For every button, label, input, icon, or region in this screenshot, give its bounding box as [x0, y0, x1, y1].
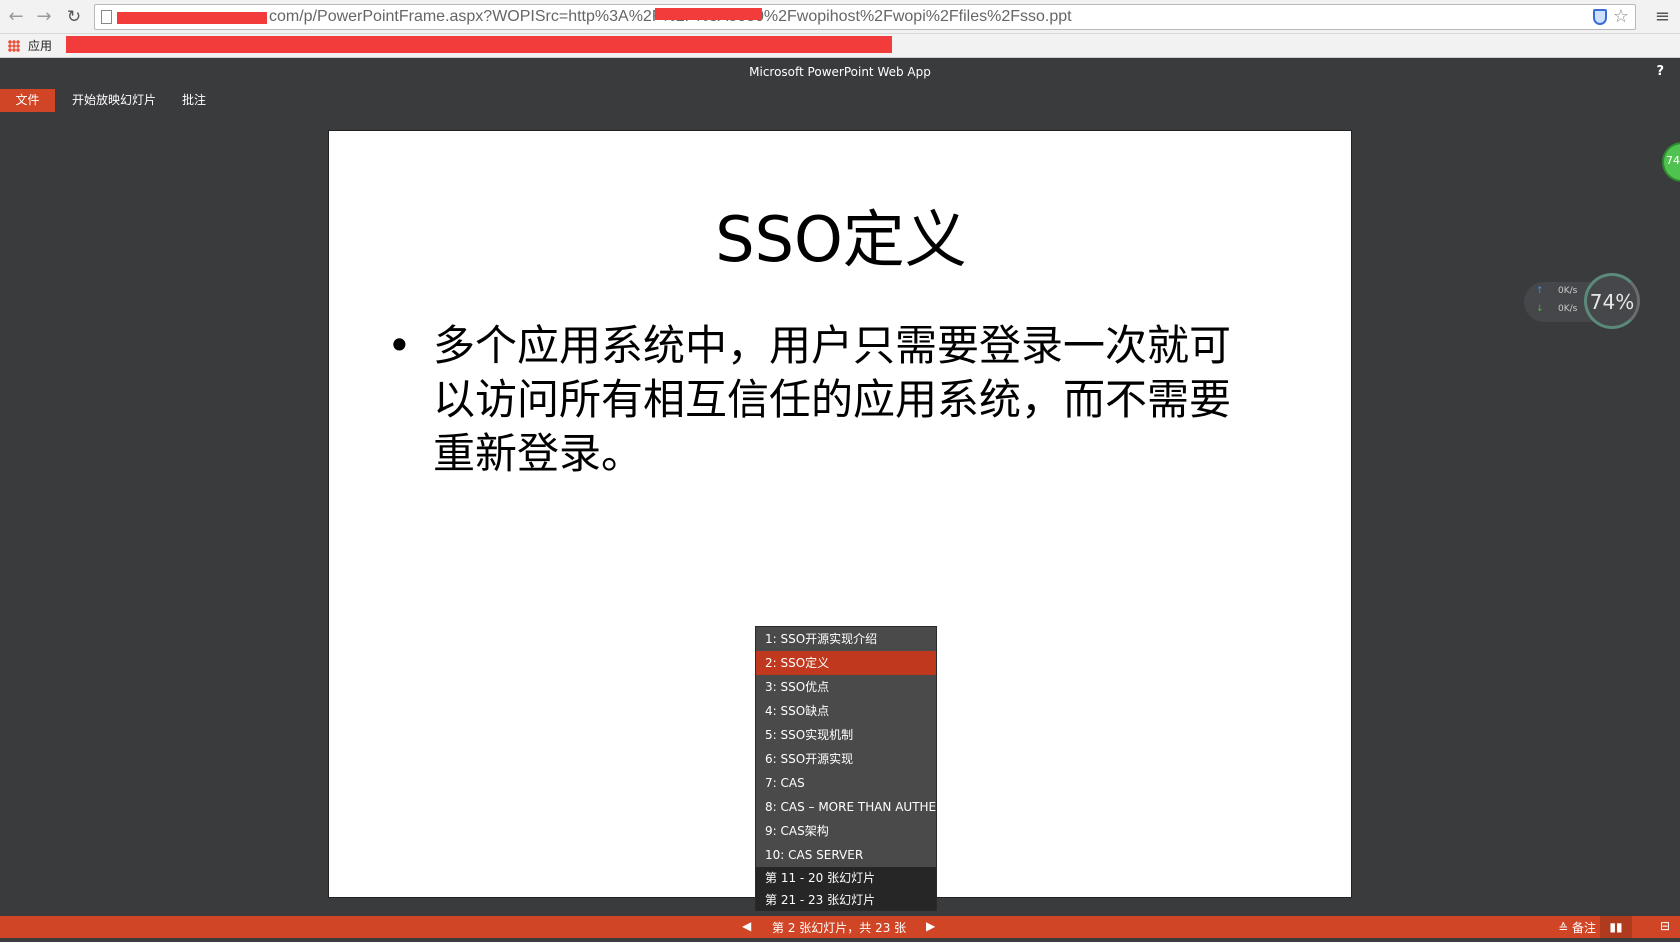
slide-list-popup: 1: SSO开源实现介绍 2: SSO定义 3: SSO优点 4: SSO缺点 5: S… — [755, 626, 937, 911]
gauge-value: 74% — [1589, 290, 1635, 314]
download-speed: 0K/s — [1558, 304, 1578, 314]
slide-list-item[interactable]: 1: SSO开源实现介绍 — [756, 627, 936, 651]
upload-speed: 0K/s — [1558, 286, 1578, 296]
apps-grid-icon[interactable] — [8, 40, 20, 52]
browser-toolbar: ← → ↻ com/p/PowerPointFrame.aspx?WOPISrc… — [0, 0, 1680, 34]
star-icon[interactable]: ☆ — [1613, 6, 1629, 27]
side-badge[interactable]: 74 — [1662, 142, 1680, 182]
reading-view-button[interactable]: ▮▮ — [1600, 916, 1632, 938]
bookmark-redaction — [66, 36, 892, 53]
slide-list-item[interactable]: 3: SSO优点 — [756, 675, 936, 699]
slide-list-group[interactable]: 第 21 - 23 张幻灯片 — [756, 889, 936, 910]
slide-list-item[interactable]: 8: CAS – MORE THAN AUTHE — [756, 795, 936, 819]
bullet-marker: • — [387, 321, 412, 370]
slide-list-item[interactable]: 10: CAS SERVER — [756, 843, 936, 867]
slide-title: SSO定义 — [715, 203, 967, 276]
slide-list-group[interactable]: 第 11 - 20 张幻灯片 — [756, 867, 936, 889]
download-arrow-icon: ↓ — [1536, 304, 1544, 314]
back-arrow-icon[interactable]: ← — [6, 7, 26, 27]
slide-list-item[interactable]: 9: CAS架构 — [756, 819, 936, 843]
page-icon — [101, 10, 112, 24]
forward-arrow-icon[interactable]: → — [34, 7, 54, 27]
slide-list-item[interactable]: 7: CAS — [756, 771, 936, 795]
memory-gauge[interactable]: 74% — [1584, 273, 1640, 329]
tab-file[interactable]: 文件 — [0, 89, 55, 112]
notes-button[interactable]: ≙ 备注 — [1558, 919, 1596, 936]
reload-icon[interactable]: ↻ — [64, 7, 84, 27]
slide-list-item[interactable]: 6: SSO开源实现 — [756, 747, 936, 771]
shield-icon[interactable] — [1593, 9, 1607, 25]
url-redaction-2 — [655, 8, 762, 20]
status-bar: ◀ 第 2 张幻灯片，共 23 张 ▶ ≙ 备注 ▮▮ ⊟ — [0, 916, 1680, 938]
slide-list-item[interactable]: 2: SSO定义 — [756, 651, 936, 675]
slide-position[interactable]: 第 2 张幻灯片，共 23 张 — [772, 919, 906, 936]
app-title-bar: Microsoft PowerPoint Web App ? — [0, 59, 1680, 87]
side-badge-value: 74 — [1666, 154, 1680, 167]
url-redaction — [117, 12, 267, 24]
menu-icon[interactable]: ≡ — [1655, 6, 1670, 27]
address-bar[interactable]: com/p/PowerPointFrame.aspx?WOPISrc=http%… — [94, 4, 1636, 30]
ribbon-tabs: 文件 开始放映幻灯片 批注 — [0, 89, 1680, 112]
upload-arrow-icon: ↑ — [1536, 286, 1544, 296]
apps-label[interactable]: 应用 — [28, 37, 52, 54]
app-title: Microsoft PowerPoint Web App — [749, 65, 931, 79]
slideshow-view-button[interactable]: ⊟ — [1660, 919, 1670, 933]
slide-list-item[interactable]: 4: SSO缺点 — [756, 699, 936, 723]
tab-start-slideshow[interactable]: 开始放映幻灯片 — [58, 89, 170, 112]
previous-slide-icon[interactable]: ◀ — [742, 919, 751, 933]
tab-comments[interactable]: 批注 — [168, 89, 220, 112]
slide-list-item[interactable]: 5: SSO实现机制 — [756, 723, 936, 747]
bookmarks-bar: 应用 — [0, 34, 1680, 58]
help-button[interactable]: ? — [1656, 64, 1664, 79]
next-slide-icon[interactable]: ▶ — [926, 919, 935, 933]
bullet-text: 多个应用系统中，用户只需要登录一次就可以访问所有相互信任的应用系统，而不需要重新… — [433, 321, 1232, 478]
